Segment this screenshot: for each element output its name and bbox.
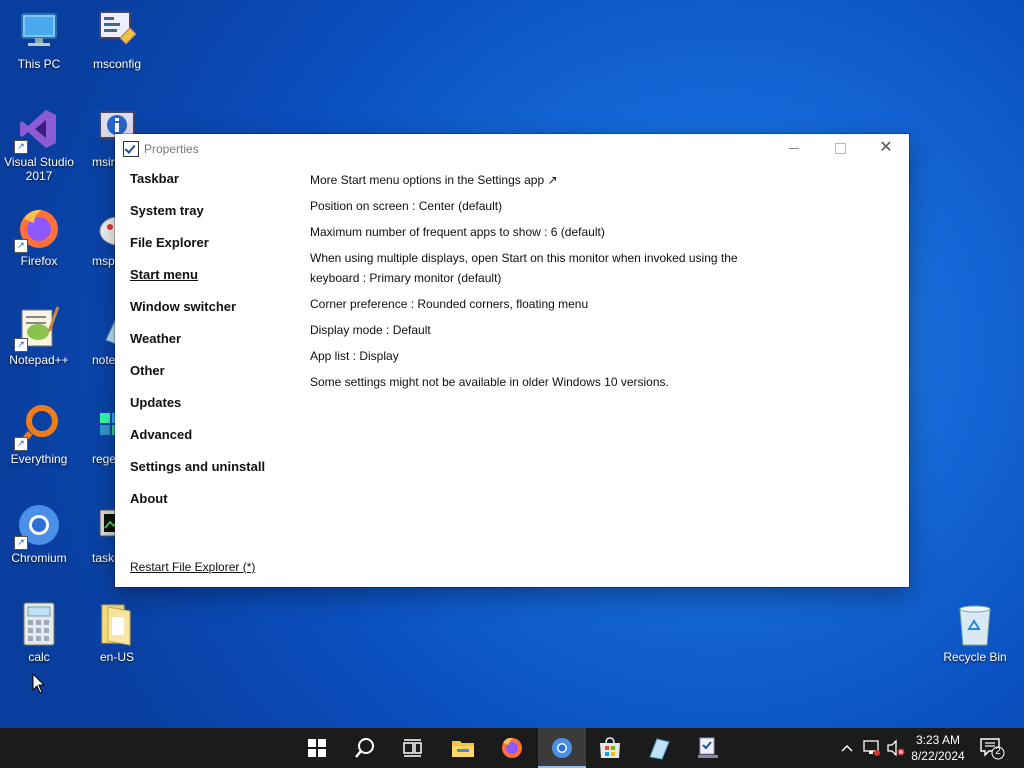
window-title: Properties: [144, 142, 199, 156]
microsoft-store-icon: [600, 737, 620, 758]
desktop-icon-label: en-US: [99, 650, 134, 664]
taskbar-msconfig[interactable]: [684, 728, 732, 768]
restart-file-explorer-link[interactable]: Restart File Explorer (*): [130, 560, 255, 574]
notepad-icon: [649, 738, 670, 760]
desktop-icon-label: Everything: [10, 452, 68, 466]
firefox-icon: ↗: [14, 205, 62, 253]
nav-item-system-tray[interactable]: System tray: [130, 204, 265, 236]
task-view-icon: [403, 739, 422, 757]
setting-multiple-displays-monitor[interactable]: When using multiple displays, open Start…: [310, 248, 740, 288]
title-bar[interactable]: Properties ✕: [115, 134, 909, 162]
notification-count-badge: 2: [995, 746, 1001, 757]
compatibility-note: Some settings might not be available in …: [310, 375, 669, 389]
close-button[interactable]: ✕: [863, 134, 909, 162]
shortcut-arrow-icon: ↗: [14, 437, 28, 451]
desktop-icon-recycle-bin[interactable]: Recycle Bin: [936, 601, 1014, 664]
desktop-icon-en-us[interactable]: en-US: [78, 601, 156, 664]
taskbar-chromium[interactable]: [538, 728, 586, 768]
network-status[interactable]: [860, 728, 882, 768]
desktop-icon-firefox[interactable]: ↗ Firefox: [0, 205, 78, 268]
setting-display-mode[interactable]: Display mode : Default: [310, 320, 740, 340]
desktop-icon-label: Firefox: [20, 254, 58, 268]
desktop-icon-visual-studio[interactable]: ↗ Visual Studio 2017: [0, 106, 78, 183]
folder-icon: [94, 601, 140, 647]
app-check-icon: [123, 141, 139, 157]
show-hidden-icons-button[interactable]: [838, 728, 856, 768]
desktop-icon-label: This PC: [17, 57, 61, 71]
minimize-icon: [789, 148, 799, 149]
desktop-icon-this-pc[interactable]: This PC: [0, 8, 78, 71]
firefox-icon: [502, 737, 522, 758]
search-icon: [355, 738, 374, 758]
clock-date: 8/22/2024: [911, 749, 965, 763]
chromium-icon: ↗: [14, 502, 62, 550]
this-pc-icon: [16, 8, 62, 54]
desktop-icon-label: Visual Studio 2017: [4, 155, 74, 183]
start-button[interactable]: [293, 728, 341, 768]
clock[interactable]: 3:23 AM 8/22/2024: [908, 732, 968, 764]
start-menu-settings: More Start menu options in the Settings …: [310, 170, 740, 398]
desktop-icon-notepad-plus-plus[interactable]: ↗ Notepad++: [0, 304, 78, 367]
taskbar-file-explorer[interactable]: [439, 728, 487, 768]
clock-time: 3:23 AM: [915, 733, 961, 747]
shortcut-arrow-icon: ↗: [14, 239, 28, 253]
task-view-button[interactable]: [389, 728, 437, 768]
maximize-icon: [835, 143, 846, 154]
chromium-icon: [552, 738, 572, 758]
setting-corner-preference[interactable]: Corner preference : Rounded corners, flo…: [310, 294, 740, 314]
setting-position-on-screen[interactable]: Position on screen : Center (default): [310, 196, 740, 216]
desktop-icon-label: Recycle Bin: [943, 650, 1007, 664]
nav-item-about[interactable]: About: [130, 492, 265, 524]
msconfig-icon: [698, 737, 718, 758]
windows-start-icon: [308, 739, 326, 757]
network-icon: [863, 740, 880, 756]
desktop-icon-label: Chromium: [11, 551, 67, 565]
shortcut-arrow-icon: ↗: [14, 140, 28, 154]
maximize-button[interactable]: [817, 134, 863, 162]
nav-item-other[interactable]: Other: [130, 364, 265, 396]
nav-item-window-switcher[interactable]: Window switcher: [130, 300, 265, 332]
nav-item-settings-and-uninstall[interactable]: Settings and uninstall: [130, 460, 265, 492]
taskbar-notepad[interactable]: [635, 728, 683, 768]
nav-item-start-menu[interactable]: Start menu: [130, 268, 265, 300]
desktop-icon-calc[interactable]: calc: [0, 601, 78, 664]
volume-muted-icon: [887, 739, 905, 757]
sidebar-nav: Taskbar System tray File Explorer Start …: [130, 172, 265, 524]
desktop-icon-msconfig[interactable]: msconfig: [78, 8, 156, 71]
desktop-icon-label: Notepad++: [9, 353, 69, 367]
volume-status[interactable]: [884, 728, 906, 768]
desktop-icon-label: calc: [28, 650, 50, 664]
nav-item-weather[interactable]: Weather: [130, 332, 265, 364]
taskbar-firefox[interactable]: [488, 728, 536, 768]
nav-item-updates[interactable]: Updates: [130, 396, 265, 428]
close-icon: ✕: [879, 139, 893, 156]
desktop-icon-chromium[interactable]: ↗ Chromium: [0, 502, 78, 565]
msconfig-icon: [94, 8, 140, 54]
chevron-up-icon: [841, 744, 853, 752]
properties-window: Properties ✕ Taskbar System tray File Ex…: [115, 134, 909, 587]
action-center-button[interactable]: 2: [978, 736, 1006, 760]
desktop-icon-label: msconfig: [92, 57, 142, 71]
notepad-plus-plus-icon: ↗: [14, 304, 62, 352]
taskbar-microsoft-store[interactable]: [586, 728, 634, 768]
setting-more-start-menu-options-link[interactable]: More Start menu options in the Settings …: [310, 170, 740, 190]
nav-item-file-explorer[interactable]: File Explorer: [130, 236, 265, 268]
everything-icon: ↗: [14, 403, 62, 451]
taskbar: 3:23 AM 8/22/2024 2: [0, 728, 1024, 768]
shortcut-arrow-icon: ↗: [14, 338, 28, 352]
nav-item-taskbar[interactable]: Taskbar: [130, 172, 265, 204]
file-explorer-icon: [452, 741, 474, 757]
setting-max-frequent-apps[interactable]: Maximum number of frequent apps to show …: [310, 222, 740, 242]
minimize-button[interactable]: [771, 134, 817, 162]
calculator-icon: [16, 601, 62, 647]
shortcut-arrow-icon: ↗: [14, 536, 28, 550]
nav-item-advanced[interactable]: Advanced: [130, 428, 265, 460]
recycle-bin-icon: [952, 601, 998, 647]
visual-studio-icon: ↗: [14, 106, 62, 154]
search-button[interactable]: [341, 728, 389, 768]
setting-app-list[interactable]: App list : Display: [310, 346, 740, 366]
desktop-icon-everything[interactable]: ↗ Everything: [0, 403, 78, 466]
